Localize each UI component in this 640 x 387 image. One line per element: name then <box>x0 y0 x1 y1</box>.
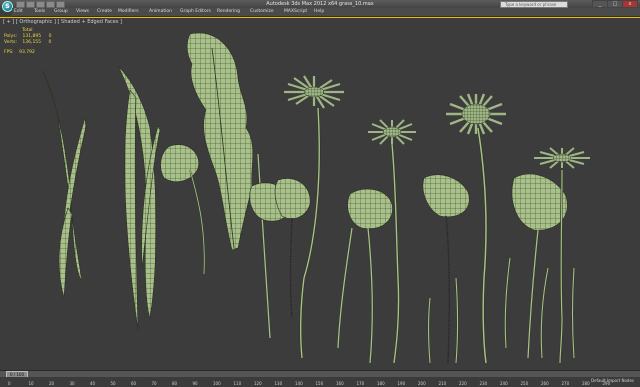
tall-stem-1[interactable] <box>256 153 272 339</box>
tick-label: 170 <box>356 381 365 386</box>
menu-customize[interactable]: Customize <box>250 8 274 16</box>
stats-verts-row: Verts: 136,155 0 <box>4 40 51 46</box>
search-input[interactable]: Type a keyword or phrase <box>500 1 568 8</box>
menu-help[interactable]: Help <box>314 8 324 16</box>
tick-label: 50 <box>110 381 116 386</box>
dandelion-leaf[interactable] <box>186 32 254 251</box>
redo-icon[interactable] <box>56 1 65 8</box>
stats-overlay: Total Polys: 131,895 0 Verts: 136,155 0 … <box>4 28 51 56</box>
tick-label: 70 <box>151 381 157 386</box>
title-bar: S Autodesk 3ds Max 2012 x64 grass_10.max… <box>0 0 640 12</box>
stats-fps-label: FPS: <box>4 50 14 55</box>
tick-label: 120 <box>254 381 262 386</box>
tick-label: 110 <box>233 381 242 386</box>
tick-label: 240 <box>500 381 508 386</box>
tick-label: 0 <box>8 381 11 386</box>
menu-graph-editors[interactable]: Graph Editors <box>180 8 211 16</box>
stats-fps-value: 93.792 <box>19 50 35 55</box>
tick-label: 130 <box>274 381 283 386</box>
stats-polys-value: 131,895 <box>22 34 42 39</box>
stats-polys-selected: 0 <box>48 34 52 39</box>
round-leaf-3[interactable] <box>347 188 393 364</box>
minimize-button[interactable]: _ <box>592 0 608 8</box>
tick-label: 230 <box>479 381 488 386</box>
scene-render <box>41 32 590 364</box>
menu-views[interactable]: Views <box>76 8 89 16</box>
tick-label: 90 <box>192 381 198 386</box>
menu-maxscript[interactable]: MAXScript <box>284 8 307 16</box>
menu-rendering[interactable]: Rendering <box>217 8 240 16</box>
tick-label: 180 <box>377 381 385 386</box>
menu-create[interactable]: Create <box>97 8 112 16</box>
tick-label: 260 <box>541 381 549 386</box>
round-leaf-4[interactable] <box>422 174 470 364</box>
tick-label: 20 <box>49 381 55 386</box>
round-leaf-5[interactable] <box>511 173 568 359</box>
grass-blade-2[interactable] <box>117 65 161 331</box>
undo-icon[interactable] <box>46 1 55 8</box>
daisy-flower-2[interactable] <box>368 119 416 364</box>
viewport[interactable]: [ + ] [ Orthographic ] [ Shaded + Edged … <box>0 17 640 371</box>
track-bar[interactable]: 0 10 20 30 40 50 60 70 80 90 100 110 120 130 140 150 160… <box>0 377 640 387</box>
tick-label: 140 <box>295 381 303 386</box>
stats-verts-selected: 0 <box>48 40 52 45</box>
menu-tools[interactable]: Tools <box>34 8 45 16</box>
close-button[interactable]: x <box>622 0 638 8</box>
menu-modifiers[interactable]: Modifiers <box>118 8 139 16</box>
tick-label: 190 <box>397 381 406 386</box>
save-file-icon[interactable] <box>36 1 45 8</box>
tick-label: 250 <box>520 381 529 386</box>
tick-label: 270 <box>561 381 570 386</box>
tick-label: 100 <box>213 381 221 386</box>
stats-fps-row: FPS: 93.792 <box>4 50 51 56</box>
daisy-flower-3[interactable] <box>446 93 506 364</box>
menu-bar: Edit Tools Group Views Create Modifiers … <box>12 8 640 17</box>
stats-verts-label: Verts: <box>4 40 17 45</box>
status-text: Default Import Nodes <box>591 378 634 383</box>
menu-animation[interactable]: Animation <box>149 8 172 16</box>
viewport-label[interactable]: [ + ] [ Orthographic ] [ Shaded + Edged … <box>3 19 122 25</box>
tick-label: 280 <box>582 381 590 386</box>
stats-polys-label: Polys: <box>4 34 18 39</box>
tick-label: 10 <box>28 381 34 386</box>
tick-label: 60 <box>131 381 137 386</box>
menu-edit[interactable]: Edit <box>14 8 23 16</box>
tick-label: 30 <box>69 381 75 386</box>
grass-blade-1[interactable] <box>41 69 87 299</box>
new-file-icon[interactable] <box>16 1 25 8</box>
round-leaf-1[interactable] <box>160 144 206 275</box>
tick-label: 150 <box>315 381 324 386</box>
tick-label: 40 <box>90 381 96 386</box>
stats-verts-value: 136,155 <box>22 40 42 45</box>
leaf-stem-2[interactable] <box>336 227 354 349</box>
open-file-icon[interactable] <box>26 1 35 8</box>
tick-label: 200 <box>418 381 426 386</box>
tick-label: 210 <box>438 381 447 386</box>
tick-label: 220 <box>459 381 467 386</box>
time-slider-track[interactable]: 0 / 100 <box>0 370 640 378</box>
menu-group[interactable]: Group <box>54 8 68 16</box>
small-stems[interactable] <box>427 257 575 364</box>
tick-label: 80 <box>172 381 178 386</box>
maximize-button[interactable]: □ <box>607 0 623 8</box>
tick-label: 160 <box>336 381 344 386</box>
